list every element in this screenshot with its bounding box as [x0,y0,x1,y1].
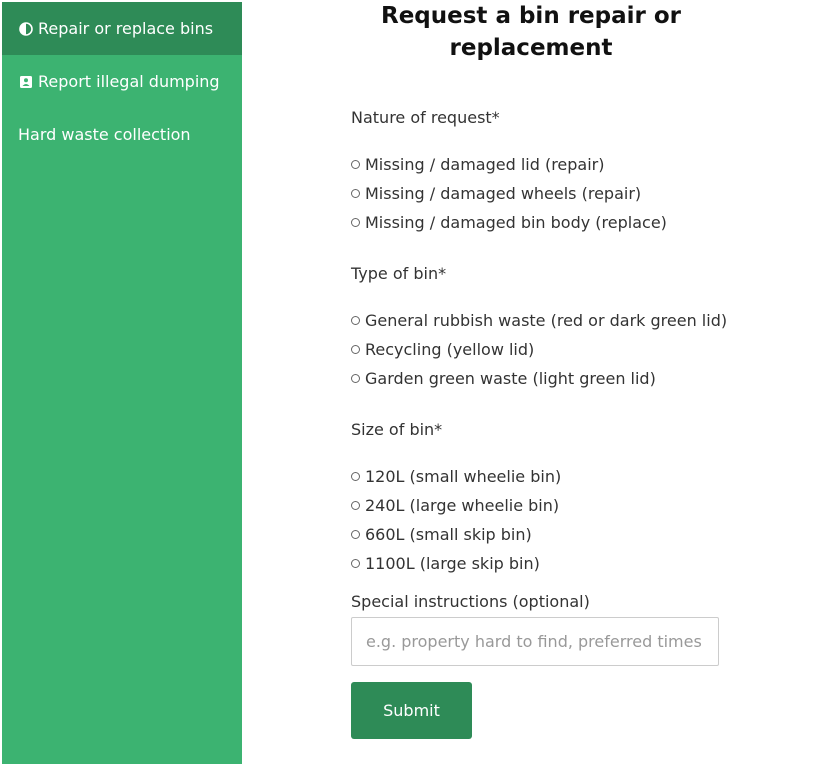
radio-button[interactable] [351,530,360,539]
nature-option[interactable]: Missing / damaged bin body (replace) [351,208,791,237]
submit-button[interactable]: Submit [351,682,472,739]
sidebar-item-label: Report illegal dumping [38,72,220,91]
option-label: Missing / damaged lid (repair) [365,155,605,174]
nature-option[interactable]: Missing / damaged wheels (repair) [351,179,791,208]
sidebar-item-hard-waste-collection[interactable]: Hard waste collection [2,108,242,161]
bin-size-option[interactable]: 240L (large wheelie bin) [351,491,791,520]
page-title: Request a bin repair or replacement [381,3,681,61]
sidebar-item-label: Hard waste collection [18,125,191,144]
bin-size-option[interactable]: 1100L (large skip bin) [351,549,791,578]
sidebar-item-label: Repair or replace bins [38,19,214,38]
special-instructions-label: Special instructions (optional) [351,592,590,611]
bin-type-option[interactable]: General rubbish waste (red or dark green… [351,306,791,335]
sidebar-item-repair-or-replace-bins[interactable]: Repair or replace bins [2,2,242,55]
size-of-bin-group: Size of bin* 120L (small wheelie bin) 24… [351,420,791,578]
radio-button[interactable] [351,189,360,198]
radio-button[interactable] [351,316,360,325]
option-label: 120L (small wheelie bin) [365,467,562,486]
nature-of-request-group: Nature of request* Missing / damaged lid… [351,108,791,237]
bin-size-option[interactable]: 120L (small wheelie bin) [351,462,791,491]
special-instructions-input[interactable] [351,617,719,666]
radio-button[interactable] [351,501,360,510]
main-content: Request a bin repair or replacement Natu… [242,0,816,764]
nature-of-request-label: Nature of request* [351,108,500,127]
option-label: Missing / damaged bin body (replace) [365,213,667,232]
size-of-bin-label: Size of bin* [351,420,443,439]
radio-button[interactable] [351,374,360,383]
option-label: Garden green waste (light green lid) [365,369,656,388]
radio-button[interactable] [351,160,360,169]
contact-card-icon [18,74,34,90]
option-label: 1100L (large skip bin) [365,554,540,573]
option-label: 240L (large wheelie bin) [365,496,560,515]
type-of-bin-label: Type of bin* [351,264,447,283]
sidebar: Repair or replace bins Report illegal du… [2,2,242,764]
radio-button[interactable] [351,472,360,481]
sidebar-item-report-illegal-dumping[interactable]: Report illegal dumping [2,55,242,108]
option-label: 660L (small skip bin) [365,525,532,544]
radio-button[interactable] [351,345,360,354]
radio-button[interactable] [351,559,360,568]
type-of-bin-group: Type of bin* General rubbish waste (red … [351,264,791,393]
option-label: General rubbish waste (red or dark green… [365,311,728,330]
radio-button[interactable] [351,218,360,227]
bin-type-option[interactable]: Garden green waste (light green lid) [351,364,791,393]
half-circle-icon [18,21,34,37]
option-label: Missing / damaged wheels (repair) [365,184,642,203]
bin-type-option[interactable]: Recycling (yellow lid) [351,335,791,364]
bin-size-option[interactable]: 660L (small skip bin) [351,520,791,549]
nature-option[interactable]: Missing / damaged lid (repair) [351,150,791,179]
option-label: Recycling (yellow lid) [365,340,535,359]
